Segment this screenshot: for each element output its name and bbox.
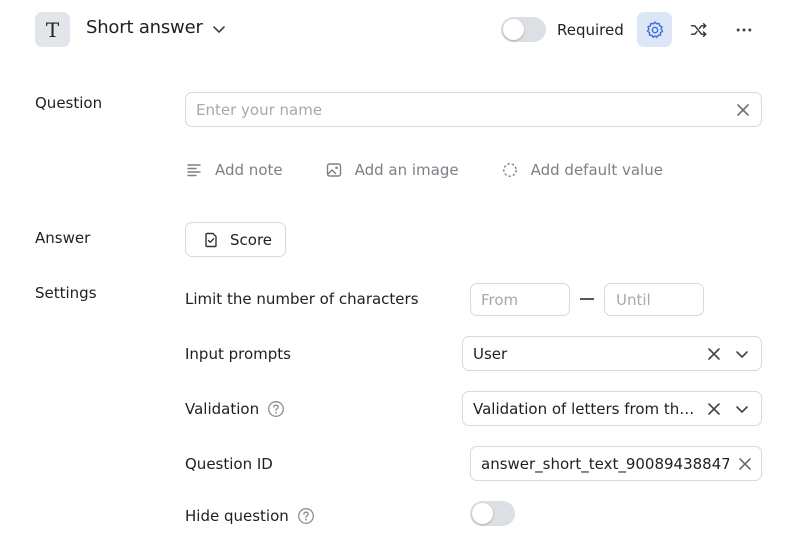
note-lines-icon [185, 161, 203, 179]
add-image-label: Add an image [354, 161, 459, 179]
add-note-label: Add note [215, 161, 283, 179]
question-section-label: Question [35, 94, 103, 112]
score-label: Score [230, 230, 273, 249]
question-input[interactable] [196, 100, 733, 119]
question-type-icon: T [35, 12, 70, 47]
question-type-label[interactable]: Short answer [86, 17, 203, 38]
toggle-knob [503, 19, 524, 40]
help-icon[interactable] [267, 400, 285, 418]
chevron-down-icon[interactable] [210, 20, 228, 38]
input-prompts-select[interactable]: User [462, 336, 762, 371]
input-prompts-text: Input prompts [185, 345, 291, 363]
input-prompts-value: User [473, 344, 508, 363]
validation-select[interactable]: Validation of letters from the alphabet [462, 391, 762, 426]
chevron-down-icon [736, 405, 748, 413]
image-icon [325, 161, 343, 179]
input-prompts-dropdown-toggle[interactable] [733, 345, 751, 363]
clear-question-id-button[interactable] [735, 454, 755, 474]
settings-button[interactable] [637, 12, 672, 47]
close-icon [739, 457, 751, 470]
add-default-value-button[interactable]: Add default value [501, 161, 663, 179]
hide-question-text: Hide question [185, 507, 289, 525]
document-check-icon [202, 231, 220, 249]
shuffle-icon [690, 23, 707, 37]
close-icon [708, 402, 720, 415]
question-id-label: Question ID [185, 455, 273, 473]
required-toggle[interactable] [501, 17, 546, 42]
more-options-button[interactable] [732, 18, 756, 42]
hide-question-label: Hide question [185, 507, 315, 525]
range-dash [580, 298, 594, 300]
question-id-value[interactable]: answer_short_text_9008943884768 [481, 455, 729, 473]
add-default-value-label: Add default value [530, 161, 663, 179]
validation-dropdown-toggle[interactable] [733, 400, 751, 418]
question-id-text: Question ID [185, 455, 273, 473]
shuffle-button[interactable] [687, 18, 711, 42]
score-button[interactable]: Score [185, 222, 286, 257]
question-id-field[interactable]: answer_short_text_9008943884768 [470, 446, 762, 481]
hide-question-toggle[interactable] [470, 501, 515, 526]
clear-question-button[interactable] [733, 100, 753, 120]
limit-characters-text: Limit the number of characters [185, 290, 419, 308]
question-actions-row: Add note Add an image Add default value [185, 158, 663, 182]
more-horizontal-icon [736, 28, 752, 32]
settings-section-label: Settings [35, 284, 97, 302]
close-icon [708, 347, 720, 360]
close-icon [737, 103, 749, 116]
chars-until-field[interactable] [604, 283, 704, 316]
validation-value: Validation of letters from the alphabet [473, 399, 695, 418]
chevron-down-icon [736, 350, 748, 358]
validation-label: Validation [185, 400, 285, 418]
clear-input-prompts-button[interactable] [705, 345, 723, 363]
dashed-circle-icon [501, 161, 519, 179]
validation-text: Validation [185, 400, 260, 418]
chars-until-input[interactable] [616, 290, 696, 309]
answer-section-label: Answer [35, 229, 91, 247]
limit-characters-label: Limit the number of characters [185, 290, 419, 308]
add-note-button[interactable]: Add note [185, 161, 283, 179]
question-field[interactable] [185, 92, 762, 127]
gear-icon [646, 20, 663, 38]
chars-from-field[interactable] [470, 283, 570, 316]
toggle-knob [472, 503, 493, 524]
required-label: Required [557, 21, 624, 39]
chars-from-input[interactable] [481, 290, 561, 309]
type-letter-icon: T [45, 17, 60, 42]
clear-validation-button[interactable] [705, 400, 723, 418]
add-image-button[interactable]: Add an image [325, 161, 459, 179]
help-icon[interactable] [297, 507, 315, 525]
input-prompts-label: Input prompts [185, 345, 291, 363]
